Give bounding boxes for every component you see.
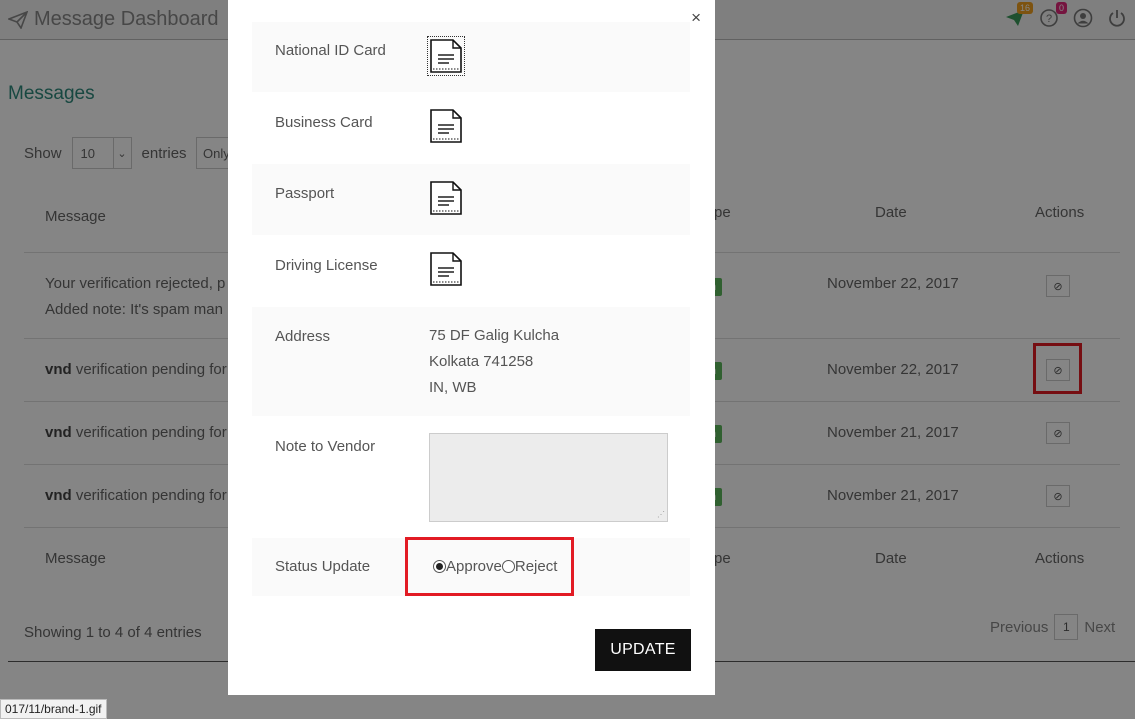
address-line-1: 75 DF Galig Kulcha [429, 327, 560, 344]
note-to-vendor-textarea[interactable]: ⋰ [429, 433, 668, 522]
note-row: Note to Vendor ⋰ [252, 416, 690, 538]
address-value: 75 DF Galig Kulcha Kolkata 741258 IN, WB [429, 323, 559, 401]
business-card-label: Business Card [275, 114, 373, 131]
document-icon[interactable] [429, 108, 463, 144]
status-label: Status Update [275, 558, 371, 575]
national-id-label: National ID Card [275, 42, 386, 59]
driving-license-row: Driving License [252, 235, 690, 307]
business-card-row: Business Card [252, 92, 690, 164]
note-label: Note to Vendor [275, 438, 376, 455]
driving-license-label: Driving License [275, 257, 378, 274]
resize-grip-icon[interactable]: ⋰ [657, 511, 665, 519]
document-icon[interactable] [427, 36, 465, 76]
close-icon[interactable]: × [691, 8, 701, 28]
address-row: Address 75 DF Galig Kulcha Kolkata 74125… [252, 307, 690, 416]
update-button[interactable]: UPDATE [595, 629, 691, 671]
highlight-box-status [405, 537, 574, 596]
document-icon[interactable] [429, 180, 463, 216]
national-id-row: National ID Card [252, 22, 690, 92]
address-label: Address [275, 328, 331, 345]
status-bar-url: 017/11/brand-1.gif [0, 699, 107, 719]
passport-row: Passport [252, 164, 690, 235]
passport-label: Passport [275, 185, 335, 202]
document-icon[interactable] [429, 251, 463, 287]
address-line-2: Kolkata 741258 [429, 353, 534, 370]
address-line-3: IN, WB [429, 379, 477, 396]
